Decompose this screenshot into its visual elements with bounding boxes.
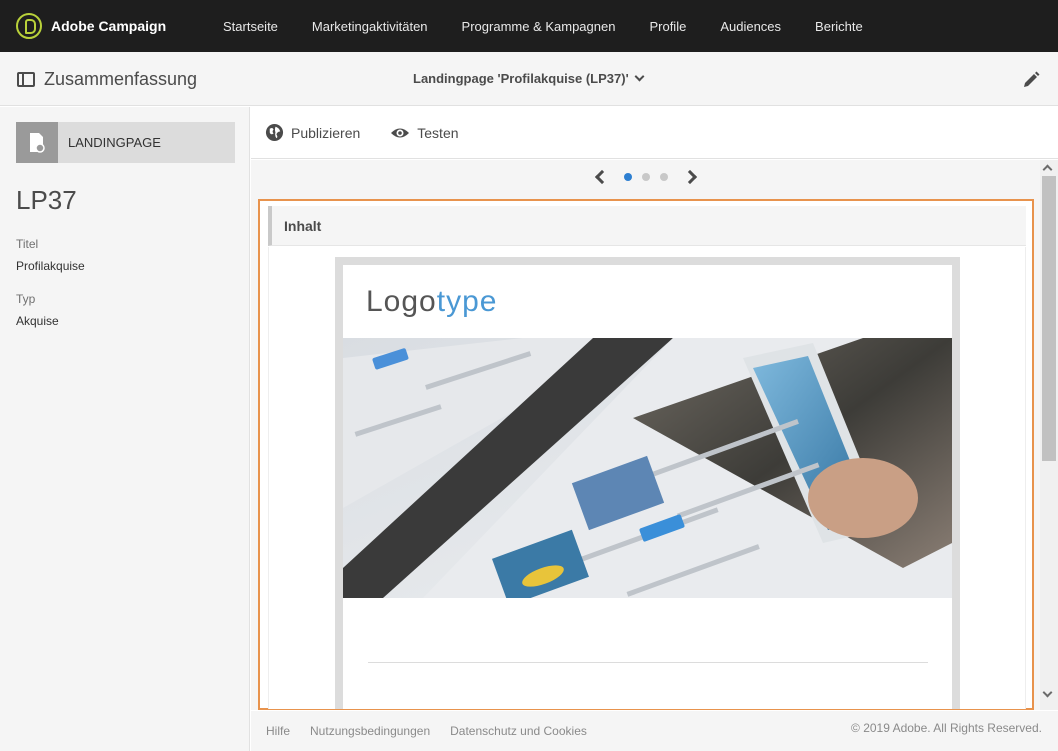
nav-item-profile[interactable]: Profile [632,19,703,34]
scrollbar-thumb[interactable] [1042,176,1056,461]
nav-item-programme-kampagnen[interactable]: Programme & Kampagnen [445,19,633,34]
title-field-value: Profilakquise [16,259,85,273]
landingpage-card: LANDINGPAGE [16,122,235,163]
landingpage-preview-body: Logotype [343,265,952,709]
summary-toggle[interactable]: Zusammenfassung [17,69,197,90]
content-section-header: Inhalt [268,206,1026,246]
chevron-down-icon [634,71,645,82]
nav-item-startseite[interactable]: Startseite [206,19,295,34]
publish-button[interactable]: Publizieren [265,123,360,142]
pager-dot-2[interactable] [642,173,650,181]
test-label: Testen [417,124,459,141]
action-toolbar: Publizieren Testen [251,107,1058,159]
pager [594,169,698,185]
sub-header: Zusammenfassung Landingpage 'Profilakqui… [0,52,1058,106]
page-title: Landingpage 'Profilakquise (LP37)' [413,71,629,86]
footer-link-help[interactable]: Hilfe [266,724,290,738]
title-field-label: Titel [16,237,39,251]
brand[interactable]: Adobe Campaign [16,13,206,39]
landingpage-preview[interactable]: Logotype [335,257,960,709]
type-field-value: Akquise [16,314,59,328]
landingpage-icon [16,122,58,163]
pager-dot-1[interactable] [624,173,632,181]
panel-icon [17,72,35,87]
footer-link-privacy[interactable]: Datenschutz und Cookies [450,724,587,738]
nav-item-marketingaktivitaeten[interactable]: Marketingaktivitäten [295,19,445,34]
logotype: Logotype [366,285,497,319]
landingpage-label: LANDINGPAGE [68,135,161,150]
nav-item-berichte[interactable]: Berichte [798,19,880,34]
page-title-dropdown[interactable]: Landingpage 'Profilakquise (LP37)' [413,71,645,86]
copyright: © 2019 Adobe. All Rights Reserved. [851,721,1042,735]
content-section-label: Inhalt [284,217,322,234]
eye-icon [391,128,410,137]
publish-label: Publizieren [291,124,361,141]
adobe-campaign-logo-icon [16,13,42,39]
content-block[interactable]: Inhalt Logotype [258,199,1034,710]
summary-panel: LANDINGPAGE LP37 Titel Profilakquise Typ… [0,107,250,751]
logotype-light-part: type [436,285,498,318]
pager-dot-3[interactable] [660,173,668,181]
hero-image [343,338,952,598]
app-name: Adobe Campaign [51,18,167,34]
next-arrow-icon[interactable] [682,169,698,185]
footer-link-terms[interactable]: Nutzungsbedingungen [310,724,430,738]
landingpage-id: LP37 [16,185,77,215]
test-button[interactable]: Testen [390,124,459,141]
nav-item-audiences[interactable]: Audiences [703,19,798,34]
content-divider [368,662,928,663]
summary-label: Zusammenfassung [44,69,198,89]
globe-icon [265,123,284,142]
logotype-dark-part: Logo [366,285,437,318]
footer: Hilfe Nutzungsbedingungen Datenschutz un… [251,711,1058,751]
top-navigation: Adobe Campaign Startseite Marketingaktiv… [0,0,1058,52]
previous-arrow-icon[interactable] [594,169,610,185]
type-field-label: Typ [16,292,36,306]
edit-pencil-icon[interactable] [1021,70,1041,90]
content-preview-area: Logotype [268,247,1026,709]
